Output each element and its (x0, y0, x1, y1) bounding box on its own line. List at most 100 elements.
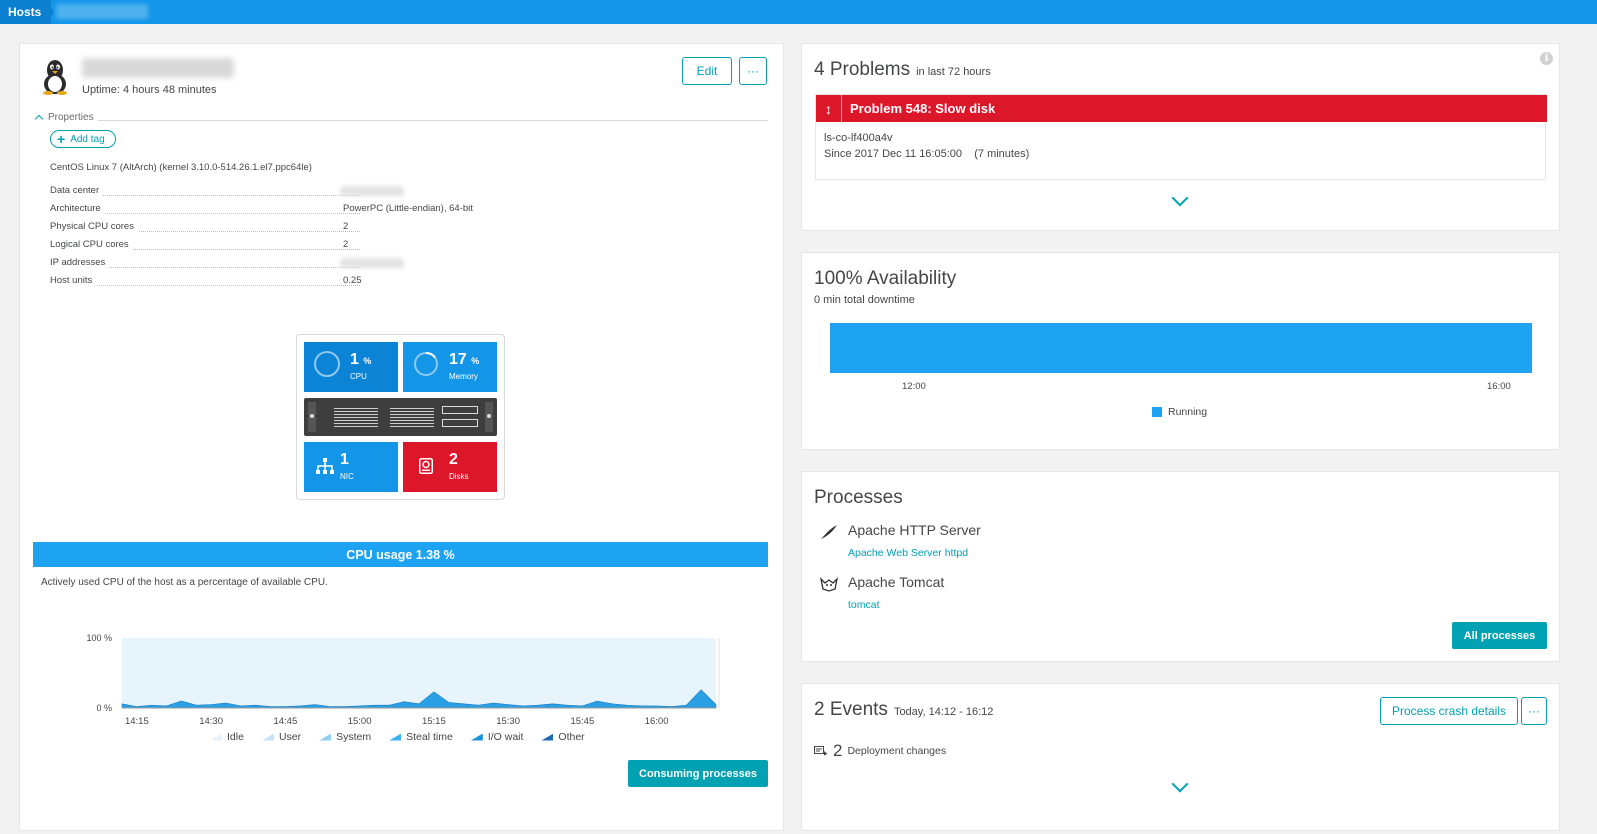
legend-label: System (336, 731, 372, 743)
x-tick-label: 14:30 (199, 716, 223, 727)
process-name[interactable]: Apache Tomcat (848, 574, 944, 590)
properties-toggle[interactable]: Properties (34, 112, 94, 124)
all-processes-button[interactable]: All processes (1452, 622, 1547, 649)
problems-title-row: 4 Problems in last 72 hours (814, 59, 991, 81)
property-row: Host units 0.25 (50, 273, 520, 291)
property-row: IP addresses (50, 255, 520, 273)
series-area-idle (122, 638, 716, 708)
processes-title: Processes (814, 487, 903, 508)
chevron-down-icon[interactable] (1171, 775, 1189, 793)
processes-card: Processes Apache HTTP Server Apache Web … (801, 471, 1560, 662)
process-crash-details-button[interactable]: Process crash details (1380, 697, 1518, 725)
host-uptime: Uptime: 4 hours 48 minutes (82, 84, 217, 96)
problems-card: 4 Problems in last 72 hours i ↕ Problem 5… (801, 43, 1560, 231)
problems-title[interactable]: 4 Problems (814, 59, 910, 80)
x-tick-label: 14:45 (273, 716, 297, 727)
property-value-redacted (340, 186, 404, 196)
availability-tick: 16:00 (1487, 381, 1511, 392)
problem-since: Since 2017 Dec 11 16:05:00 (7 minutes) (824, 148, 1030, 160)
memory-gauge-icon (414, 351, 438, 376)
x-tick-label: 15:45 (570, 716, 594, 727)
nic-value: 1 (340, 451, 349, 468)
legend-item[interactable]: User (261, 731, 302, 743)
memory-tile[interactable]: 17 % Memory (403, 342, 497, 392)
availability-timeline-bar[interactable] (830, 323, 1532, 373)
legend-item[interactable]: I/O wait (470, 731, 523, 743)
legend-swatch (261, 733, 274, 741)
process-name[interactable]: Apache HTTP Server (848, 522, 981, 538)
legend-label: User (278, 731, 302, 743)
host-infographic: 1 % CPU 17 % Memory 1 NIC 2 Disks (296, 334, 505, 500)
add-tag-button[interactable]: + Add tag (50, 130, 116, 148)
breadcrumb-arrow (46, 0, 54, 24)
nic-label: NIC (340, 472, 354, 481)
breadcrumb-hosts[interactable]: Hosts (0, 0, 52, 24)
availability-legend: Running (1152, 406, 1207, 418)
legend-item[interactable]: Steal time (389, 731, 453, 743)
legend-swatch (541, 733, 554, 741)
property-leader (50, 285, 360, 286)
availability-tick: 12:00 (902, 381, 926, 392)
consuming-processes-button[interactable]: Consuming processes (628, 760, 768, 787)
legend-item[interactable]: Idle (210, 731, 244, 743)
cpu-unit: % (363, 356, 372, 366)
legend-swatch (389, 733, 402, 741)
problem-host: ls-co-lf400a4v (824, 132, 893, 144)
legend-swatch (319, 733, 332, 741)
disks-tile[interactable]: 2 Disks (403, 442, 497, 492)
cpu-tile[interactable]: 1 % CPU (304, 342, 398, 392)
memory-unit: % (471, 356, 480, 366)
events-card: 2 Events Today, 14:12 - 16:12 Process cra… (801, 683, 1560, 831)
deployment-count: 2 (833, 741, 843, 760)
more-options-button[interactable]: ··· (739, 57, 767, 85)
legend-item[interactable]: Other (541, 731, 585, 743)
cpu-usage-header[interactable]: CPU usage 1.38 % (33, 542, 768, 567)
property-key: Architecture (50, 203, 105, 214)
cpu-usage-chart[interactable]: 100 % 0 % 14:15 14:30 14:45 15:00 15:15 15:30 15… (50, 622, 750, 732)
availability-title: 100% Availability (814, 268, 957, 289)
process-link[interactable]: tomcat (848, 599, 880, 611)
x-tick-label: 15:00 (348, 716, 372, 727)
rack-bay (390, 406, 434, 428)
property-key: Host units (50, 275, 97, 286)
server-rack-icon (304, 398, 497, 436)
events-more-button[interactable]: ··· (1521, 697, 1547, 725)
y-tick-label: 0 % (96, 703, 112, 713)
property-value: PowerPC (Little-endian), 64-bit (343, 203, 473, 214)
cpu-value: 1 (350, 351, 359, 368)
x-tick-label: 15:15 (422, 716, 446, 727)
x-tick-label: 14:15 (125, 716, 149, 727)
chevron-down-icon[interactable] (1171, 189, 1189, 207)
property-key: Logical CPU cores (50, 239, 133, 250)
property-value: 2 (343, 221, 349, 232)
property-row: Data center (50, 183, 520, 201)
legend-label: Steal time (406, 731, 453, 743)
running-swatch (1152, 407, 1162, 417)
problems-subtitle: in last 72 hours (916, 66, 991, 78)
legend-label: Other (558, 731, 585, 743)
host-overview-card: Uptime: 4 hours 48 minutes Edit ··· Prop… (19, 43, 784, 831)
property-key: Physical CPU cores (50, 221, 138, 232)
rack-drive (442, 419, 478, 427)
memory-label: Memory (449, 372, 478, 381)
process-link[interactable]: Apache Web Server httpd (848, 547, 968, 559)
events-title: 2 Events (814, 699, 888, 720)
chevron-up-icon (34, 114, 44, 124)
breadcrumb-host-redacted[interactable] (56, 4, 148, 19)
cpu-chart-legend: Idle User System Steal time I/O wait Other (210, 731, 585, 743)
edit-button[interactable]: Edit (682, 57, 732, 85)
problem-header[interactable]: ↕ Problem 548: Slow disk (816, 95, 1547, 122)
host-name-redacted (82, 58, 234, 78)
top-navigation-bar: Hosts (0, 0, 1597, 24)
network-icon (316, 458, 334, 474)
deployment-changes[interactable]: 2 Deployment changes (814, 741, 946, 761)
problem-item[interactable]: ↕ Problem 548: Slow disk ls-co-lf400a4v … (815, 94, 1547, 180)
apache-feather-icon (821, 525, 837, 539)
legend-item[interactable]: System (319, 731, 371, 743)
property-row: Logical CPU cores 2 (50, 237, 520, 255)
info-icon[interactable]: i (1540, 52, 1553, 65)
nic-tile[interactable]: 1 NIC (304, 442, 398, 492)
legend-swatch (470, 733, 483, 741)
y-tick-label: 100 % (86, 633, 112, 643)
availability-card: 100% Availability 0 min total downtime 1… (801, 252, 1560, 450)
